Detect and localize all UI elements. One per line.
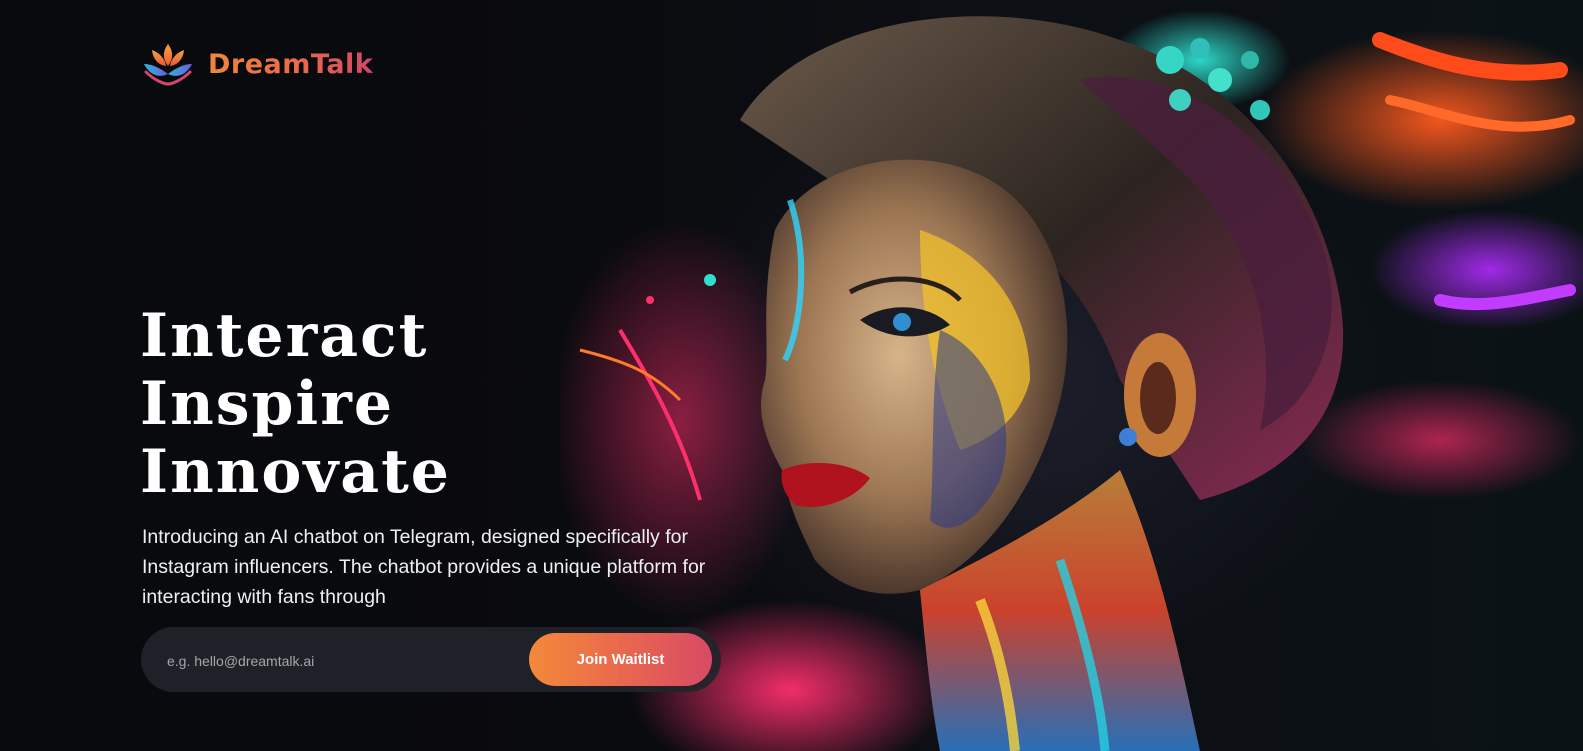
headline-line-1: Interact xyxy=(140,301,429,371)
landing-page: DreamTalk Interact Inspire Innovate Intr… xyxy=(0,0,1583,751)
headline-line-2: Inspire xyxy=(140,369,394,439)
join-waitlist-button[interactable]: Join Waitlist xyxy=(529,633,712,686)
brand-name: DreamTalk xyxy=(208,48,374,80)
lotus-icon xyxy=(144,44,192,86)
email-input[interactable] xyxy=(165,645,509,677)
hero-headline: Interact Inspire Innovate xyxy=(140,302,451,506)
headline-line-3: Innovate xyxy=(140,437,451,507)
brand-logo[interactable]: DreamTalk xyxy=(142,42,373,86)
hero-description: Introducing an AI chatbot on Telegram, d… xyxy=(142,526,706,608)
waitlist-form: Join Waitlist xyxy=(141,627,721,692)
